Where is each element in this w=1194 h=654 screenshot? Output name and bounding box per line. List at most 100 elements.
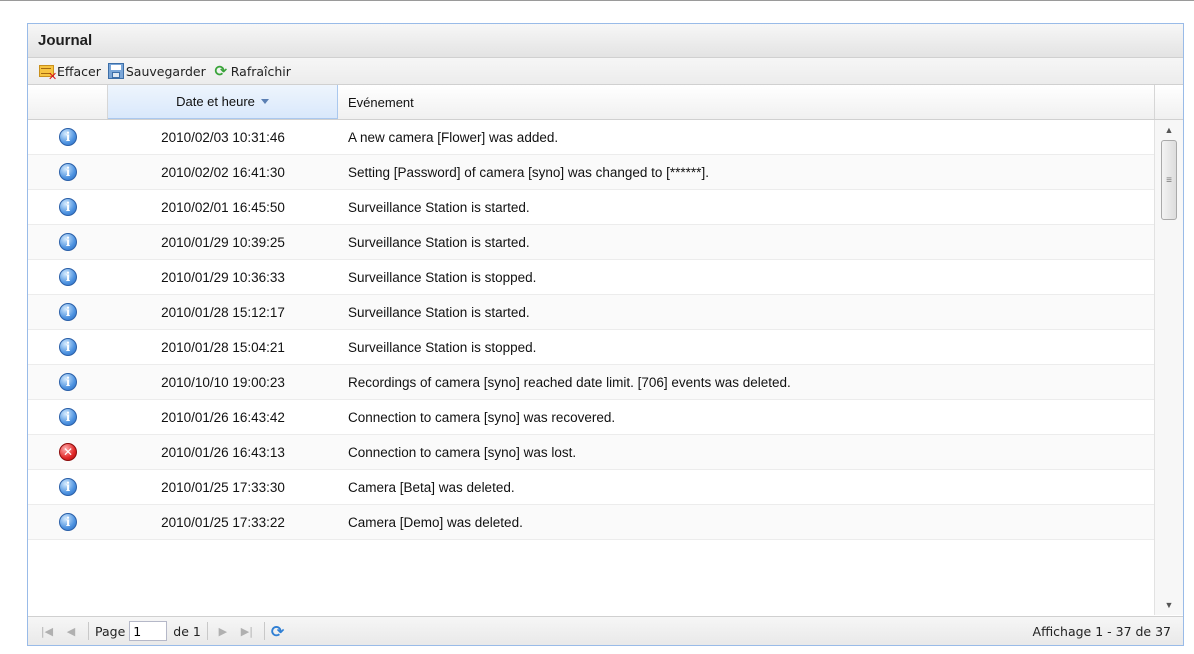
- date-cell: 2010/02/01 16:45:50: [161, 199, 285, 215]
- clear-button[interactable]: ✕ Effacer: [38, 62, 101, 82]
- level-cell: i: [28, 373, 108, 391]
- level-cell: i: [28, 478, 108, 496]
- page-top-border: [0, 0, 1194, 1]
- event-cell: Connection to camera [syno] was recovere…: [348, 409, 616, 425]
- separator: [88, 622, 89, 640]
- info-icon: i: [59, 513, 77, 531]
- journal-panel: Journal ✕ Effacer Sauvegarder ⟳ Rafraîch…: [27, 23, 1184, 646]
- event-cell: Surveillance Station is started.: [348, 304, 530, 320]
- column-header-spacer: [1155, 85, 1183, 119]
- table-row[interactable]: i 2010/01/26 16:43:42 Connection to camera…: [28, 400, 1155, 435]
- info-icon: i: [59, 128, 77, 146]
- table-row[interactable]: i 2010/01/28 15:12:17 Surveillance Station…: [28, 295, 1155, 330]
- column-header-date[interactable]: Date et heure: [108, 85, 338, 119]
- info-icon: i: [59, 233, 77, 251]
- sort-descending-icon: [260, 99, 269, 104]
- event-cell: Surveillance Station is started.: [348, 234, 530, 250]
- panel-title: Journal: [28, 24, 1183, 58]
- first-page-icon[interactable]: |◀: [38, 625, 56, 638]
- table-row[interactable]: i 2010/01/25 17:33:30 Camera [Beta] was de…: [28, 470, 1155, 505]
- date-cell: 2010/01/28 15:04:21: [161, 339, 285, 355]
- date-cell: 2010/01/26 16:43:13: [161, 444, 285, 460]
- level-cell: i: [28, 198, 108, 216]
- table-row[interactable]: i 2010/01/28 15:04:21 Surveillance Station…: [28, 330, 1155, 365]
- column-header-date-label: Date et heure: [176, 94, 255, 109]
- vertical-scrollbar[interactable]: ▲ ≡ ▼: [1154, 120, 1183, 615]
- refresh-button[interactable]: ⟳ Rafraîchir: [212, 62, 291, 80]
- event-cell: Surveillance Station is stopped.: [348, 269, 537, 285]
- save-button-label: Sauvegarder: [125, 63, 206, 79]
- clear-button-label: Effacer: [57, 63, 101, 79]
- date-cell: 2010/02/03 10:31:46: [161, 129, 285, 145]
- log-rows: i 2010/02/03 10:31:46 A new camera [Flower…: [28, 120, 1155, 540]
- toolbar: ✕ Effacer Sauvegarder ⟳ Rafraîchir: [28, 58, 1183, 85]
- table-row[interactable]: i 2010/02/01 16:45:50 Surveillance Station…: [28, 190, 1155, 225]
- level-cell: i: [28, 303, 108, 321]
- table-row[interactable]: ✕ 2010/01/26 16:43:13 Connection to camera…: [28, 435, 1155, 470]
- date-cell: 2010/01/26 16:43:42: [161, 409, 285, 425]
- grid-body: i 2010/02/03 10:31:46 A new camera [Flower…: [28, 120, 1183, 615]
- date-cell: 2010/01/29 10:39:25: [161, 234, 285, 250]
- level-cell: i: [28, 233, 108, 251]
- info-icon: i: [59, 373, 77, 391]
- event-cell: Camera [Beta] was deleted.: [348, 479, 515, 495]
- table-row[interactable]: i 2010/01/25 17:33:22 Camera [Demo] was de…: [28, 505, 1155, 540]
- reload-icon[interactable]: ⟳: [271, 622, 284, 641]
- info-icon: i: [59, 408, 77, 426]
- date-cell: 2010/01/29 10:36:33: [161, 269, 285, 285]
- info-icon: i: [59, 338, 77, 356]
- save-icon: [107, 62, 125, 80]
- previous-page-icon[interactable]: ◀: [62, 625, 80, 638]
- level-cell: i: [28, 338, 108, 356]
- scroll-down-icon[interactable]: ▼: [1155, 595, 1183, 615]
- table-row[interactable]: i 2010/02/03 10:31:46 A new camera [Flower…: [28, 120, 1155, 155]
- grid-header: Date et heure Evénement: [28, 85, 1183, 120]
- table-row[interactable]: i 2010/02/02 16:41:30 Setting [Password] o…: [28, 155, 1155, 190]
- level-cell: i: [28, 128, 108, 146]
- event-cell: Setting [Password] of camera [syno] was …: [348, 164, 709, 180]
- column-header-event[interactable]: Evénement: [338, 85, 1155, 119]
- table-row[interactable]: i 2010/01/29 10:39:25 Surveillance Station…: [28, 225, 1155, 260]
- save-button[interactable]: Sauvegarder: [107, 62, 206, 80]
- error-icon: ✕: [59, 443, 77, 461]
- level-cell: i: [28, 513, 108, 531]
- pagination-toolbar: |◀ ◀ Page de 1 ▶ ▶| ⟳ Affichage 1 - 37 d…: [28, 616, 1183, 645]
- separator: [206, 622, 208, 640]
- event-cell: Surveillance Station is started.: [348, 199, 530, 215]
- display-info: Affichage 1 - 37 de 37: [1032, 623, 1171, 639]
- next-page-icon[interactable]: ▶: [214, 625, 232, 638]
- scroll-up-icon[interactable]: ▲: [1155, 120, 1183, 140]
- table-row[interactable]: i 2010/01/29 10:36:33 Surveillance Station…: [28, 260, 1155, 295]
- info-icon: i: [59, 198, 77, 216]
- event-cell: Surveillance Station is stopped.: [348, 339, 537, 355]
- refresh-icon: ⟳: [214, 62, 228, 80]
- info-icon: i: [59, 478, 77, 496]
- info-icon: i: [59, 163, 77, 181]
- refresh-button-label: Rafraîchir: [230, 63, 291, 79]
- level-cell: i: [28, 408, 108, 426]
- level-cell: i: [28, 268, 108, 286]
- date-cell: 2010/01/25 17:33:22: [161, 514, 285, 530]
- info-icon: i: [59, 303, 77, 321]
- date-cell: 2010/10/10 19:00:23: [161, 374, 285, 390]
- date-cell: 2010/01/28 15:12:17: [161, 304, 285, 320]
- scroll-thumb[interactable]: ≡: [1161, 140, 1177, 220]
- event-cell: A new camera [Flower] was added.: [348, 129, 559, 145]
- info-icon: i: [59, 268, 77, 286]
- page-number-input[interactable]: [129, 621, 168, 641]
- column-header-event-label: Evénement: [348, 94, 414, 110]
- event-cell: Connection to camera [syno] was lost.: [348, 444, 577, 460]
- last-page-icon[interactable]: ▶|: [238, 625, 256, 638]
- table-row[interactable]: i 2010/10/10 19:00:23 Recordings of camera…: [28, 365, 1155, 400]
- event-cell: Camera [Demo] was deleted.: [348, 514, 523, 530]
- event-cell: Recordings of camera [syno] reached date…: [348, 374, 791, 390]
- level-cell: ✕: [28, 443, 108, 461]
- date-cell: 2010/01/25 17:33:30: [161, 479, 285, 495]
- separator: [263, 622, 265, 640]
- page-count-label: de 1: [173, 623, 201, 639]
- column-header-level[interactable]: [28, 85, 108, 119]
- date-cell: 2010/02/02 16:41:30: [161, 164, 285, 180]
- level-cell: i: [28, 163, 108, 181]
- clear-log-icon: ✕: [38, 62, 57, 82]
- page-label: Page: [95, 623, 126, 639]
